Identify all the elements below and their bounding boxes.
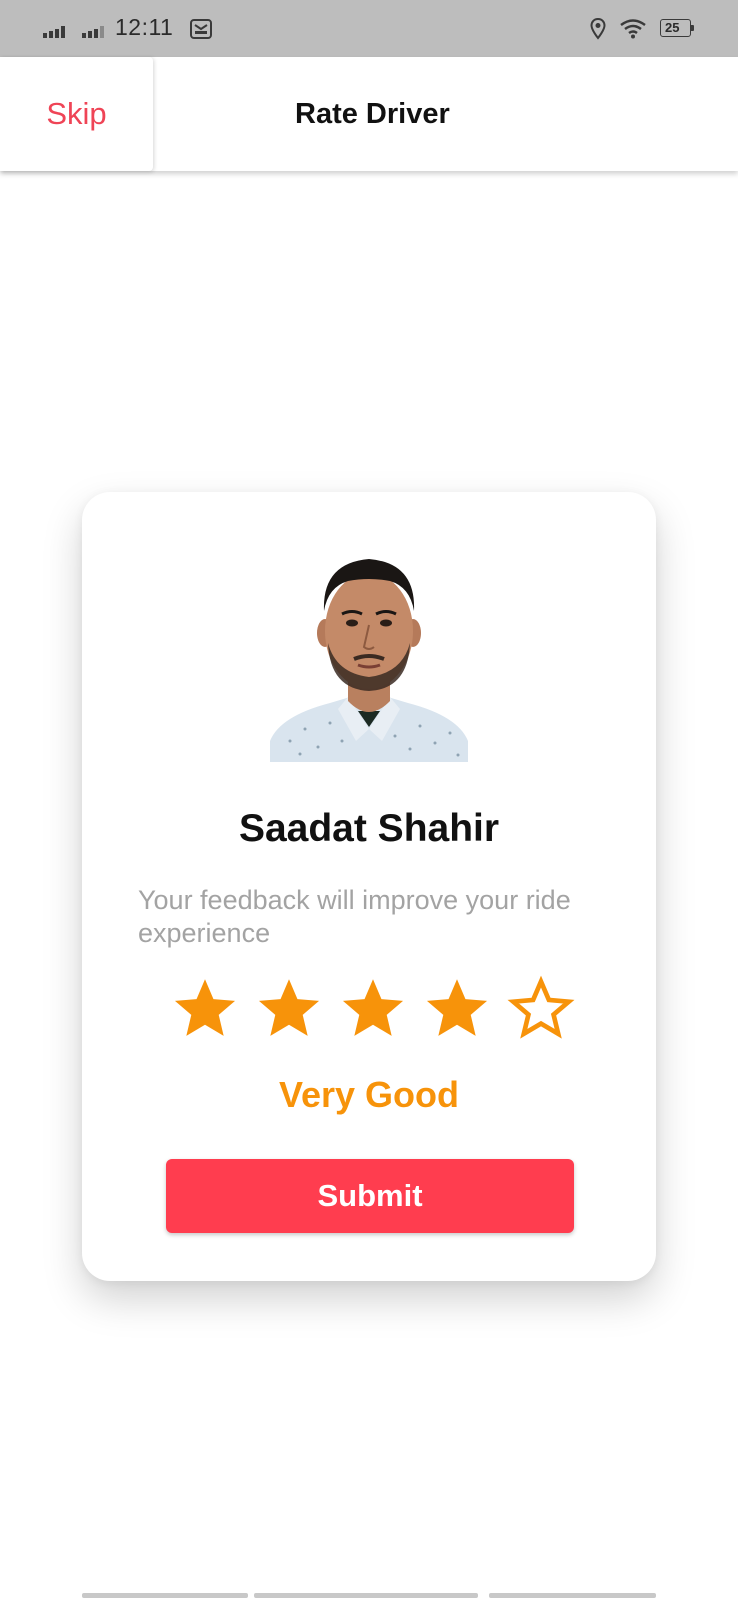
driver-name: Saadat Shahir bbox=[238, 807, 500, 850]
rating-card: Saadat Shahir Your feedback will improve… bbox=[82, 492, 656, 1281]
message-icon bbox=[190, 19, 212, 39]
page-title: Rate Driver bbox=[295, 97, 450, 130]
submit-label: Submit bbox=[317, 1178, 423, 1213]
wifi-icon bbox=[619, 19, 647, 44]
rating-label: Very Good bbox=[278, 1074, 460, 1115]
battery-icon: 25 bbox=[660, 19, 696, 39]
nav-bar-segment bbox=[82, 1593, 248, 1598]
location-pin-icon bbox=[590, 17, 606, 45]
feedback-prompt: Your feedback will improve your ride exp… bbox=[138, 885, 571, 948]
status-time: 12:11 bbox=[115, 14, 174, 40]
skip-label: Skip bbox=[46, 96, 107, 131]
nav-bar-segment bbox=[254, 1593, 478, 1598]
app-header: Skip Rate Driver bbox=[0, 57, 738, 171]
star-filled-icon[interactable] bbox=[170, 974, 240, 1044]
nav-bar-segment bbox=[489, 1593, 656, 1598]
star-filled-icon[interactable] bbox=[338, 974, 408, 1044]
battery-level: 25 bbox=[665, 20, 680, 35]
signal-bars-icon bbox=[43, 24, 67, 38]
star-rating bbox=[170, 974, 575, 1044]
star-outline-icon[interactable] bbox=[506, 974, 576, 1044]
bottom-nav-bars bbox=[82, 1593, 656, 1600]
signal-bars-icon bbox=[82, 24, 106, 38]
star-filled-icon[interactable] bbox=[422, 974, 492, 1044]
skip-button[interactable]: Skip bbox=[0, 57, 153, 171]
submit-button[interactable]: Submit bbox=[166, 1159, 574, 1233]
driver-photo bbox=[270, 551, 468, 762]
status-bar: 12:11 25 bbox=[0, 0, 738, 57]
star-filled-icon[interactable] bbox=[254, 974, 324, 1044]
